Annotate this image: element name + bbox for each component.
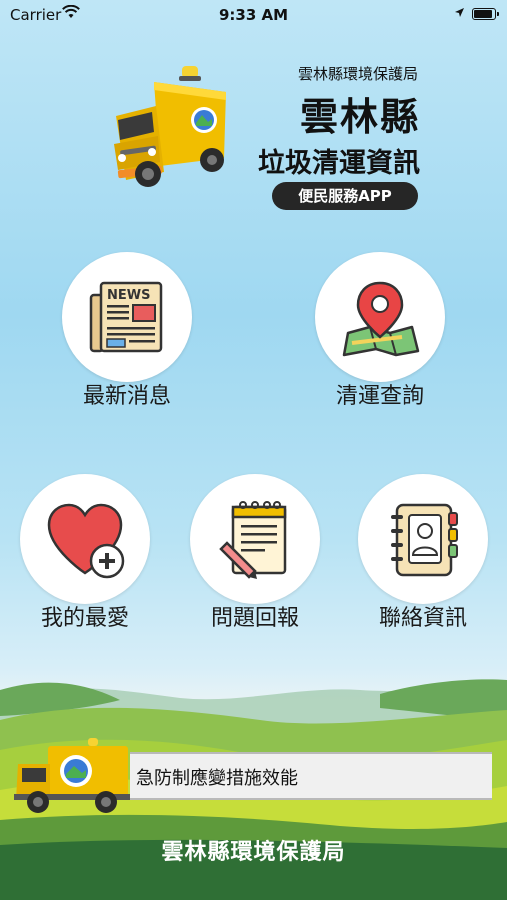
- contact-info-circle[interactable]: [358, 474, 488, 604]
- favorites-button[interactable]: 我的最愛: [20, 474, 150, 631]
- svg-text:NEWS: NEWS: [107, 288, 150, 303]
- report-issue-label: 問題回報: [210, 606, 299, 631]
- news-button[interactable]: NEWS 最新消息: [62, 252, 192, 409]
- footer-agency-name: 雲林縣環境保護局: [161, 840, 346, 865]
- news-label: 最新消息: [82, 384, 171, 409]
- route-query-label: 清運查詢: [335, 384, 424, 409]
- contact-info-button[interactable]: 聯絡資訊: [358, 474, 488, 631]
- favorites-label: 我的最愛: [40, 606, 129, 631]
- heart-plus-icon: [47, 503, 125, 579]
- address-book-icon: [391, 503, 458, 577]
- location-arrow-icon: [455, 8, 464, 17]
- footer-truck-icon: [14, 738, 130, 813]
- garbage-truck-logo: [114, 66, 226, 187]
- route-query-circle[interactable]: [315, 252, 445, 382]
- map-pin-icon: [342, 281, 420, 357]
- notepad-pencil-icon: [219, 501, 287, 579]
- ticker-text: 急防制應變措施效能: [136, 768, 298, 789]
- report-issue-button[interactable]: 問題回報: [190, 474, 320, 631]
- app-badge: 便民服務APP: [272, 182, 418, 210]
- news-circle[interactable]: NEWS: [62, 252, 192, 382]
- page-subtitle: 垃圾清運資訊: [258, 148, 420, 179]
- battery-icon: [472, 8, 499, 20]
- page-title: 雲林縣: [299, 95, 420, 139]
- clock: 9:33 AM: [218, 6, 289, 24]
- contact-info-label: 聯絡資訊: [378, 606, 467, 631]
- newspaper-icon: NEWS: [89, 281, 163, 353]
- announcement-ticker[interactable]: 急防制應變措施效能: [130, 752, 492, 800]
- favorites-circle[interactable]: [20, 474, 150, 604]
- status-bar: Carrier 9:33 AM: [0, 0, 507, 30]
- agency-name: 雲林縣環境保護局: [297, 65, 418, 83]
- route-query-button[interactable]: 清運查詢: [315, 252, 445, 409]
- report-issue-circle[interactable]: [190, 474, 320, 604]
